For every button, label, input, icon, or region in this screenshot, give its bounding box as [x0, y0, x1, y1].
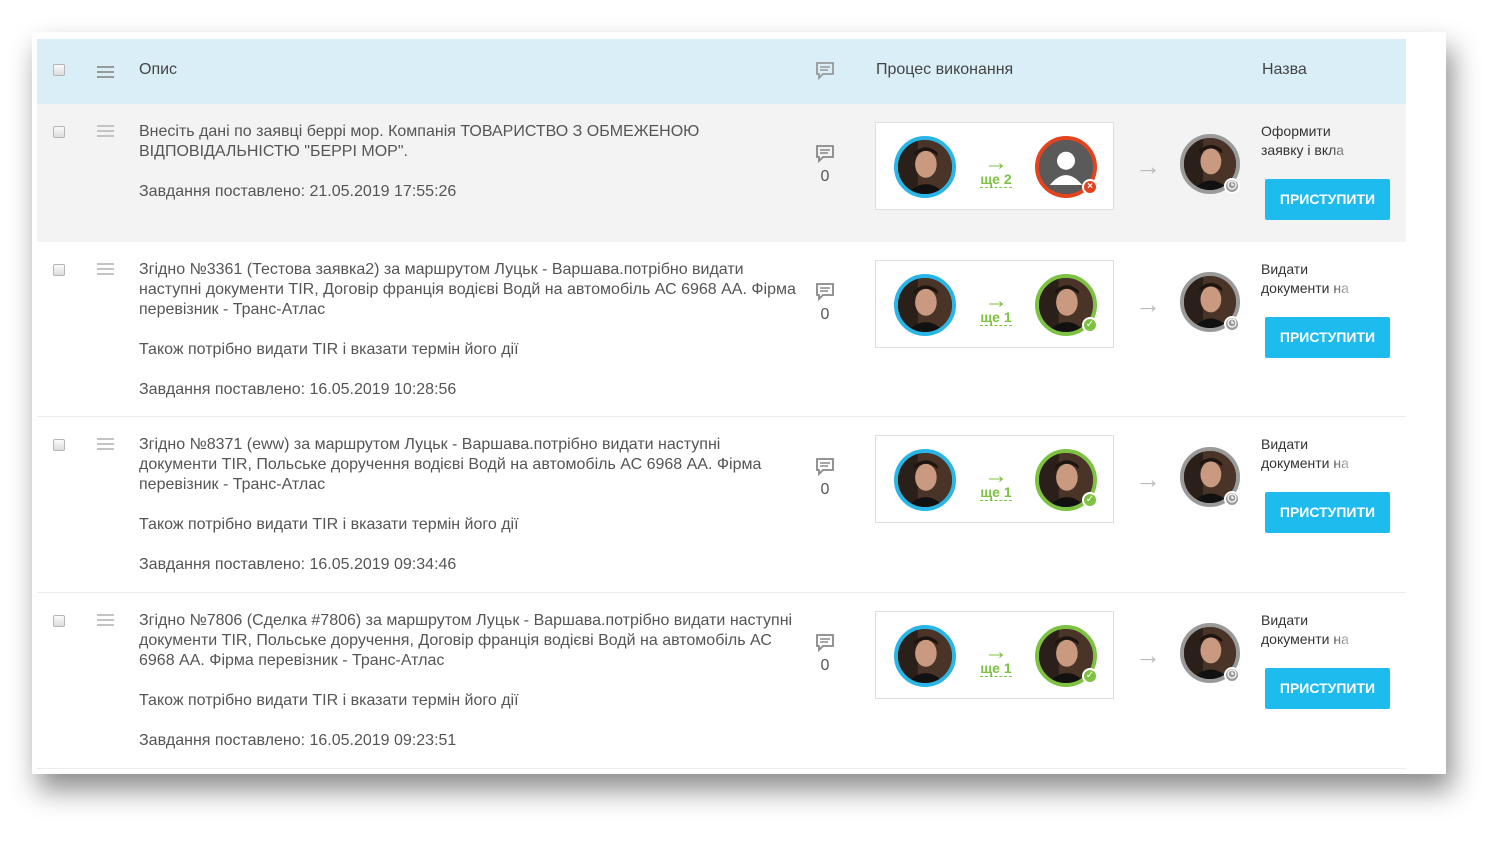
task-created-date: Завдання поставлено: 16.05.2019 09:34:46: [139, 556, 457, 573]
comment-icon: [813, 61, 837, 81]
row-checkbox[interactable]: [53, 264, 65, 276]
author-avatar[interactable]: [894, 449, 956, 511]
task-description-text: Також потрібно видати TIR і вказати терм…: [139, 692, 519, 709]
task-list-panel: Опис Процес виконання Назва Внесіть дані…: [32, 32, 1446, 774]
task-name-line: документи на: [1261, 455, 1349, 471]
start-task-button[interactable]: ПРИСТУПИТИ: [1265, 179, 1390, 220]
task-description[interactable]: Згідно №3361 (Тестова заявка2) за маршру…: [139, 260, 799, 420]
task-description[interactable]: Згідно №7806 (Сделка #7806) за маршрутом…: [139, 611, 799, 771]
comments-count: 0: [820, 168, 830, 185]
task-name-line: Видати: [1261, 436, 1309, 452]
header-process[interactable]: Процес виконання: [876, 61, 1013, 79]
start-task-button[interactable]: ПРИСТУПИТИ: [1265, 492, 1390, 533]
task-name[interactable]: Видати документи на: [1261, 260, 1359, 298]
task-created-date: Завдання поставлено: 16.05.2019 10:28:56: [139, 381, 457, 398]
comments-counter[interactable]: 0: [813, 144, 837, 186]
row-checkbox[interactable]: [53, 126, 65, 138]
arrow-right-icon: →: [984, 149, 1008, 176]
task-name-line: Оформити: [1261, 123, 1331, 139]
process-chain: → ще 1 ✓: [875, 260, 1114, 348]
more-participants-link[interactable]: → ще 1: [976, 638, 1016, 678]
comments-count: 0: [820, 306, 830, 323]
task-name-line: заявку і вкла: [1261, 142, 1345, 158]
check-icon: ✓: [1082, 492, 1098, 508]
task-description-text: Також потрібно видати TIR і вказати терм…: [139, 516, 519, 533]
task-description[interactable]: Внесіть дані по заявці беррі мор. Компан…: [139, 122, 799, 222]
row-checkbox[interactable]: [53, 615, 65, 627]
task-name[interactable]: Видати документи на: [1261, 611, 1359, 649]
process-chain: → ще 2 ×: [875, 122, 1114, 210]
close-icon: ×: [1082, 179, 1098, 195]
comments-count: 0: [820, 657, 830, 674]
comment-icon: [816, 145, 834, 164]
arrow-right-icon: →: [984, 638, 1008, 665]
drag-handle-icon[interactable]: [97, 263, 114, 278]
author-avatar[interactable]: [894, 274, 956, 336]
comments-counter[interactable]: 0: [813, 633, 837, 675]
select-all-checkbox[interactable]: [53, 64, 65, 76]
process-chain: → ще 1 ✓: [875, 611, 1114, 699]
task-name[interactable]: Видати документи на: [1261, 435, 1359, 473]
task-name-line: документи на: [1261, 280, 1349, 296]
more-participants-label: ще 1: [980, 484, 1012, 501]
drag-handle-icon: [97, 66, 114, 81]
task-name[interactable]: Оформити заявку і вкла: [1261, 122, 1359, 160]
drag-handle-icon[interactable]: [97, 125, 114, 140]
start-task-button[interactable]: ПРИСТУПИТИ: [1265, 317, 1390, 358]
more-participants-link[interactable]: → ще 2: [976, 149, 1016, 189]
comments-count: 0: [820, 481, 830, 498]
comment-icon: [816, 458, 834, 477]
more-participants-link[interactable]: → ще 1: [976, 462, 1016, 502]
drag-handle-icon[interactable]: [97, 614, 114, 629]
clock-icon: [1224, 178, 1240, 194]
table-body: Внесіть дані по заявці беррі мор. Компан…: [37, 104, 1406, 769]
process-chain: → ще 1 ✓: [875, 435, 1114, 523]
drag-handle-icon[interactable]: [97, 438, 114, 453]
author-avatar[interactable]: [894, 136, 956, 198]
author-avatar[interactable]: [894, 625, 956, 687]
task-name-line: Видати: [1261, 261, 1309, 277]
task-name-line: Видати: [1261, 612, 1309, 628]
task-description-text: Внесіть дані по заявці беррі мор. Компан…: [139, 123, 700, 160]
start-task-button[interactable]: ПРИСТУПИТИ: [1265, 668, 1390, 709]
task-description-text: Згідно №3361 (Тестова заявка2) за маршру…: [139, 261, 796, 318]
more-participants-label: ще 1: [980, 309, 1012, 326]
clock-icon: [1224, 316, 1240, 332]
table-row[interactable]: Згідно №7806 (Сделка #7806) за маршрутом…: [37, 593, 1406, 769]
more-participants-label: ще 2: [980, 171, 1012, 188]
comments-counter[interactable]: 0: [813, 457, 837, 499]
task-created-date: Завдання поставлено: 16.05.2019 09:23:51: [139, 732, 457, 749]
task-description-text: Також потрібно видати TIR і вказати терм…: [139, 341, 519, 358]
arrow-right-icon: →: [984, 287, 1008, 314]
comment-icon: [816, 283, 834, 302]
table-row[interactable]: Згідно №3361 (Тестова заявка2) за маршру…: [37, 242, 1406, 417]
tasks-table: Опис Процес виконання Назва Внесіть дані…: [37, 39, 1406, 769]
more-participants-label: ще 1: [980, 660, 1012, 677]
task-created-date: Завдання поставлено: 21.05.2019 17:55:26: [139, 183, 457, 200]
comment-icon: [816, 634, 834, 653]
task-description[interactable]: Згідно №8371 (eww) за маршрутом Луцьк - …: [139, 435, 799, 595]
check-icon: ✓: [1082, 668, 1098, 684]
row-checkbox[interactable]: [53, 439, 65, 451]
arrow-right-icon: →: [1135, 289, 1161, 319]
arrow-right-icon: →: [1135, 464, 1161, 494]
task-name-line: документи на: [1261, 631, 1349, 647]
comments-counter[interactable]: 0: [813, 282, 837, 324]
arrow-right-icon: →: [1135, 151, 1161, 181]
header-name[interactable]: Назва: [1262, 61, 1307, 79]
task-description-text: Згідно №8371 (eww) за маршрутом Луцьк - …: [139, 436, 762, 493]
header-description[interactable]: Опис: [139, 61, 177, 79]
table-row[interactable]: Внесіть дані по заявці беррі мор. Компан…: [37, 104, 1406, 242]
table-header: Опис Процес виконання Назва: [37, 39, 1406, 104]
arrow-right-icon: →: [1135, 640, 1161, 670]
more-participants-link[interactable]: → ще 1: [976, 287, 1016, 327]
table-row[interactable]: Згідно №8371 (eww) за маршрутом Луцьк - …: [37, 417, 1406, 593]
clock-icon: [1224, 667, 1240, 683]
arrow-right-icon: →: [984, 462, 1008, 489]
check-icon: ✓: [1082, 317, 1098, 333]
clock-icon: [1224, 491, 1240, 507]
task-description-text: Згідно №7806 (Сделка #7806) за маршрутом…: [139, 612, 793, 669]
